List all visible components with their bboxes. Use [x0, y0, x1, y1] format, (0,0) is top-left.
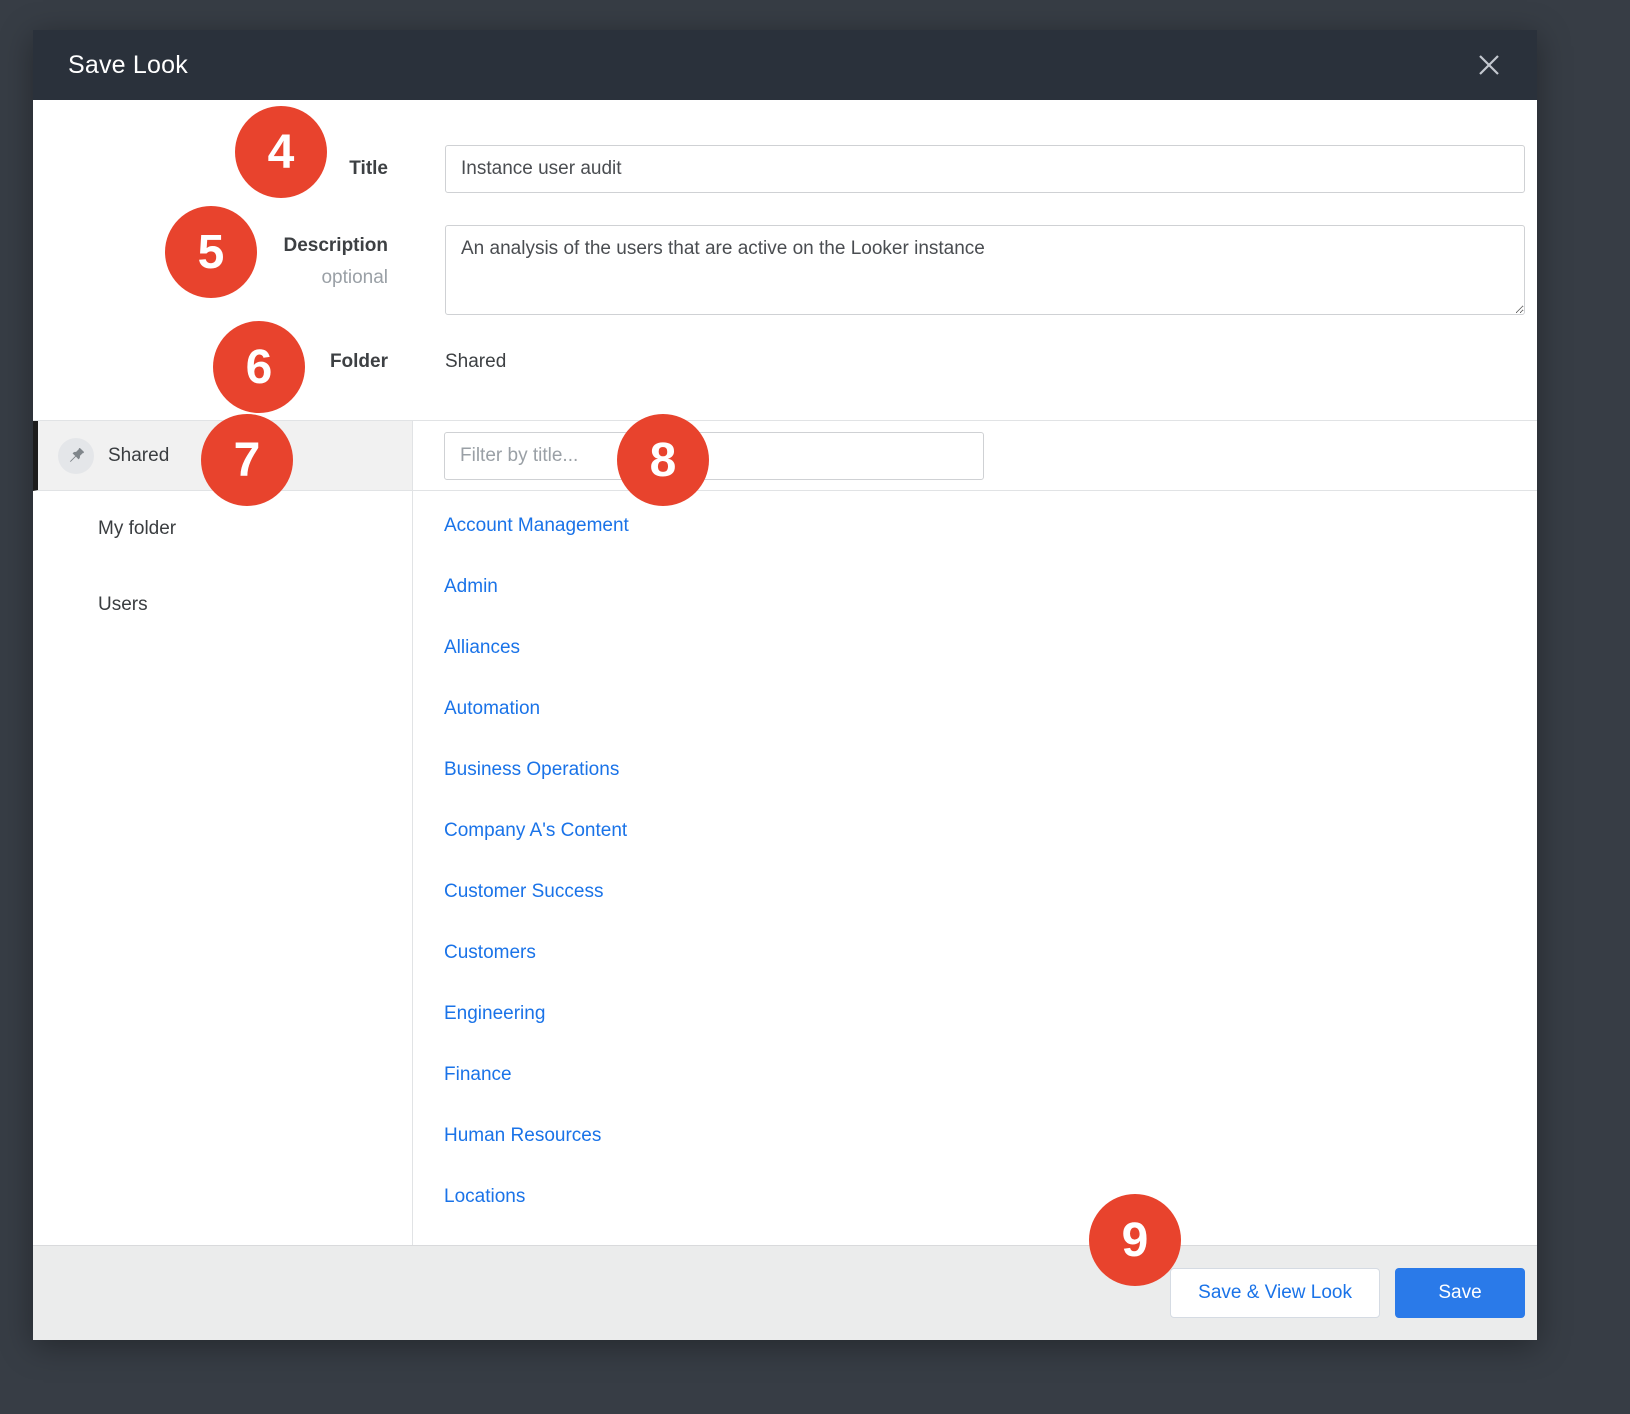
dialog-footer: Save & View Look Save	[33, 1245, 1537, 1340]
folder-link[interactable]: Engineering	[444, 1002, 545, 1026]
filter-input[interactable]	[444, 432, 984, 480]
folder-browser-content: Account Management Admin Alliances Autom…	[413, 421, 1537, 1245]
selected-folder-value: Shared	[445, 351, 506, 373]
pin-icon	[58, 438, 94, 474]
folder-link[interactable]: Locations	[444, 1185, 525, 1209]
sidebar-item-shared[interactable]: Shared	[33, 421, 412, 491]
save-and-view-look-button[interactable]: Save & View Look	[1170, 1268, 1380, 1318]
folder-link[interactable]: Business Operations	[444, 758, 619, 782]
title-label: Title	[349, 158, 388, 179]
sidebar-item-label: Users	[98, 594, 148, 616]
folder-link[interactable]: Customers	[444, 941, 536, 965]
folder-link[interactable]: Automation	[444, 697, 540, 721]
folder-list: Account Management Admin Alliances Autom…	[413, 491, 1537, 1245]
description-row: Description optional An analysis of the …	[33, 225, 1537, 315]
folder-link[interactable]: Customer Success	[444, 880, 603, 904]
sidebar-item-label: Shared	[108, 445, 169, 467]
title-row: Title	[33, 145, 1537, 193]
save-button[interactable]: Save	[1395, 1268, 1525, 1318]
dialog-title: Save Look	[68, 51, 188, 80]
description-textarea[interactable]: An analysis of the users that are active…	[445, 225, 1525, 315]
folder-link[interactable]: Admin	[444, 575, 498, 599]
folder-browser: Shared My folder Users Account Managemen…	[33, 420, 1537, 1245]
filter-row	[413, 421, 1537, 491]
close-icon[interactable]	[1471, 47, 1507, 83]
sidebar-item-my-folder[interactable]: My folder	[33, 491, 412, 567]
dialog-header: Save Look	[33, 30, 1537, 100]
folder-link[interactable]: Account Management	[444, 514, 629, 538]
sidebar-item-label: My folder	[98, 518, 176, 540]
save-look-form: Title Description optional An analysis o…	[33, 100, 1537, 420]
folder-label: Folder	[330, 351, 388, 372]
save-look-dialog: Save Look Title Description optional An …	[33, 30, 1537, 1340]
sidebar-item-users[interactable]: Users	[33, 567, 412, 643]
title-input[interactable]	[445, 145, 1525, 193]
folder-link[interactable]: Company A's Content	[444, 819, 627, 843]
folder-link[interactable]: Finance	[444, 1063, 512, 1087]
folder-link[interactable]: Human Resources	[444, 1124, 601, 1148]
description-optional-note: optional	[33, 267, 388, 289]
folder-link[interactable]: Alliances	[444, 636, 520, 660]
folder-sidebar: Shared My folder Users	[33, 421, 413, 1245]
description-label: Description	[283, 235, 388, 256]
folder-row: Folder Shared	[33, 351, 1537, 373]
